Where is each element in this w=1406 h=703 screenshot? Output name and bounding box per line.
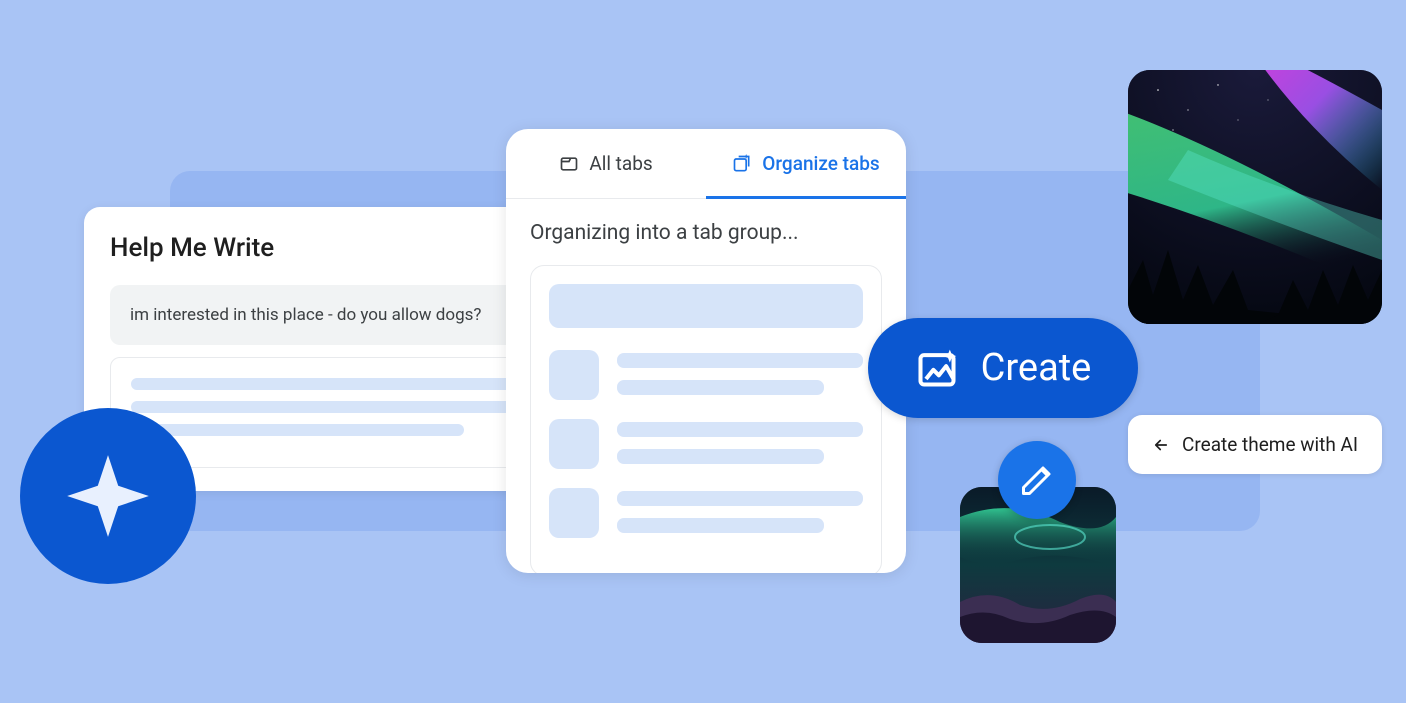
skeleton-tab-item	[549, 350, 863, 407]
organize-status: Organizing into a tab group...	[530, 221, 882, 245]
skeleton-group-header	[549, 284, 863, 328]
help-me-write-input[interactable]: im interested in this place - do you all…	[110, 285, 558, 345]
create-theme-chip[interactable]: Create theme with AI	[1128, 415, 1382, 474]
skeleton-line	[131, 401, 529, 413]
ai-sparkle-badge	[20, 408, 196, 584]
edit-badge[interactable]	[998, 441, 1076, 519]
tab-organize-tabs[interactable]: Organize tabs	[706, 129, 906, 198]
theme-chip-label: Create theme with AI	[1182, 433, 1358, 456]
skeleton-line	[131, 424, 464, 436]
skeleton-line	[617, 353, 863, 368]
skeleton-thumbnail	[549, 488, 599, 538]
create-button-label: Create	[981, 346, 1092, 390]
create-button[interactable]: Create	[868, 318, 1138, 418]
sparkle-icon	[59, 447, 157, 545]
tab-all-label: All tabs	[589, 152, 652, 175]
tab-all-tabs[interactable]: All tabs	[506, 129, 706, 198]
tabs-header: All tabs Organize tabs	[506, 129, 906, 199]
skeleton-tab-item	[549, 488, 863, 545]
skeleton-line	[131, 378, 537, 390]
organize-body: Organizing into a tab group...	[506, 199, 906, 573]
skeleton-thumbnail	[549, 350, 599, 400]
help-me-write-title: Help Me Write	[110, 233, 558, 263]
skeleton-line	[617, 380, 824, 395]
tab-icon	[559, 154, 579, 174]
pencil-icon	[1019, 462, 1055, 498]
skeleton-thumbnail	[549, 419, 599, 469]
aurora-image-large	[1128, 70, 1382, 324]
skeleton-line	[617, 518, 824, 533]
skeleton-line	[617, 491, 863, 506]
skeleton-tab-item	[549, 419, 863, 476]
skeleton-line	[617, 422, 863, 437]
organize-tabs-card: All tabs Organize tabs Organizing into a…	[506, 129, 906, 573]
organize-tabs-icon	[732, 154, 752, 174]
image-sparkle-icon	[915, 346, 959, 390]
skeleton-line	[617, 449, 824, 464]
tab-group-preview	[530, 265, 882, 573]
arrow-left-icon	[1152, 436, 1170, 454]
tab-organize-label: Organize tabs	[762, 152, 879, 175]
